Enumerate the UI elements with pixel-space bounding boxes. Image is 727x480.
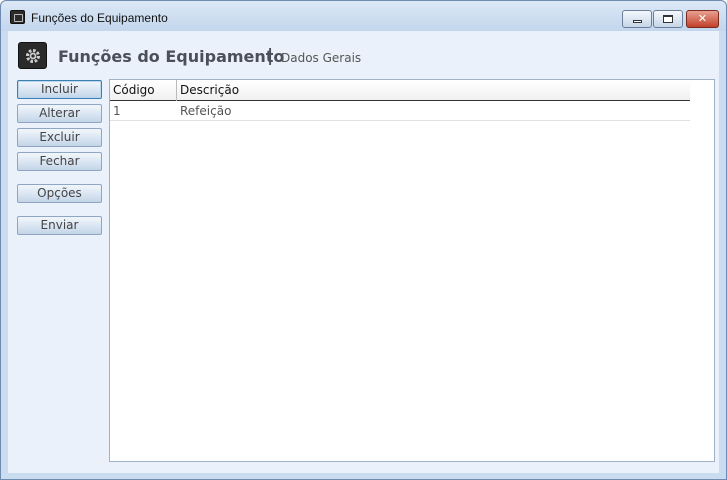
data-grid[interactable]: Código Descrição 1 Refeição (109, 79, 715, 462)
client-area: Funções do Equipamento | Dados Gerais In… (8, 31, 719, 473)
minimize-button[interactable] (622, 10, 652, 28)
incluir-button[interactable]: Incluir (17, 80, 102, 99)
title-bar[interactable]: Funções do Equipamento ✕ (1, 1, 726, 31)
column-header-codigo[interactable]: Código (110, 80, 177, 101)
opcoes-button[interactable]: Opções (17, 184, 102, 203)
table-row[interactable]: 1 Refeição (110, 101, 690, 121)
gear-icon (18, 42, 47, 69)
cell-codigo: 1 (113, 104, 121, 118)
close-button[interactable]: ✕ (686, 10, 719, 28)
fechar-button[interactable]: Fechar (17, 152, 102, 171)
app-window-icon[interactable] (10, 10, 25, 24)
application-window: Funções do Equipamento ✕ Funções do Equi… (0, 0, 727, 480)
column-header-descricao[interactable]: Descrição (177, 80, 690, 101)
maximize-icon (663, 15, 673, 23)
minimize-icon (632, 20, 642, 23)
enviar-button[interactable]: Enviar (17, 216, 102, 235)
page-title: Funções do Equipamento (58, 47, 285, 66)
page-subtitle: Dados Gerais (281, 51, 362, 65)
window-title: Funções do Equipamento (31, 11, 168, 25)
title-separator: | (267, 46, 274, 66)
excluir-button[interactable]: Excluir (17, 128, 102, 147)
close-icon: ✕ (697, 12, 708, 25)
maximize-button[interactable] (653, 10, 683, 28)
alterar-button[interactable]: Alterar (17, 104, 102, 123)
grid-header: Código Descrição (110, 80, 690, 101)
cell-descricao: Refeição (180, 104, 232, 118)
